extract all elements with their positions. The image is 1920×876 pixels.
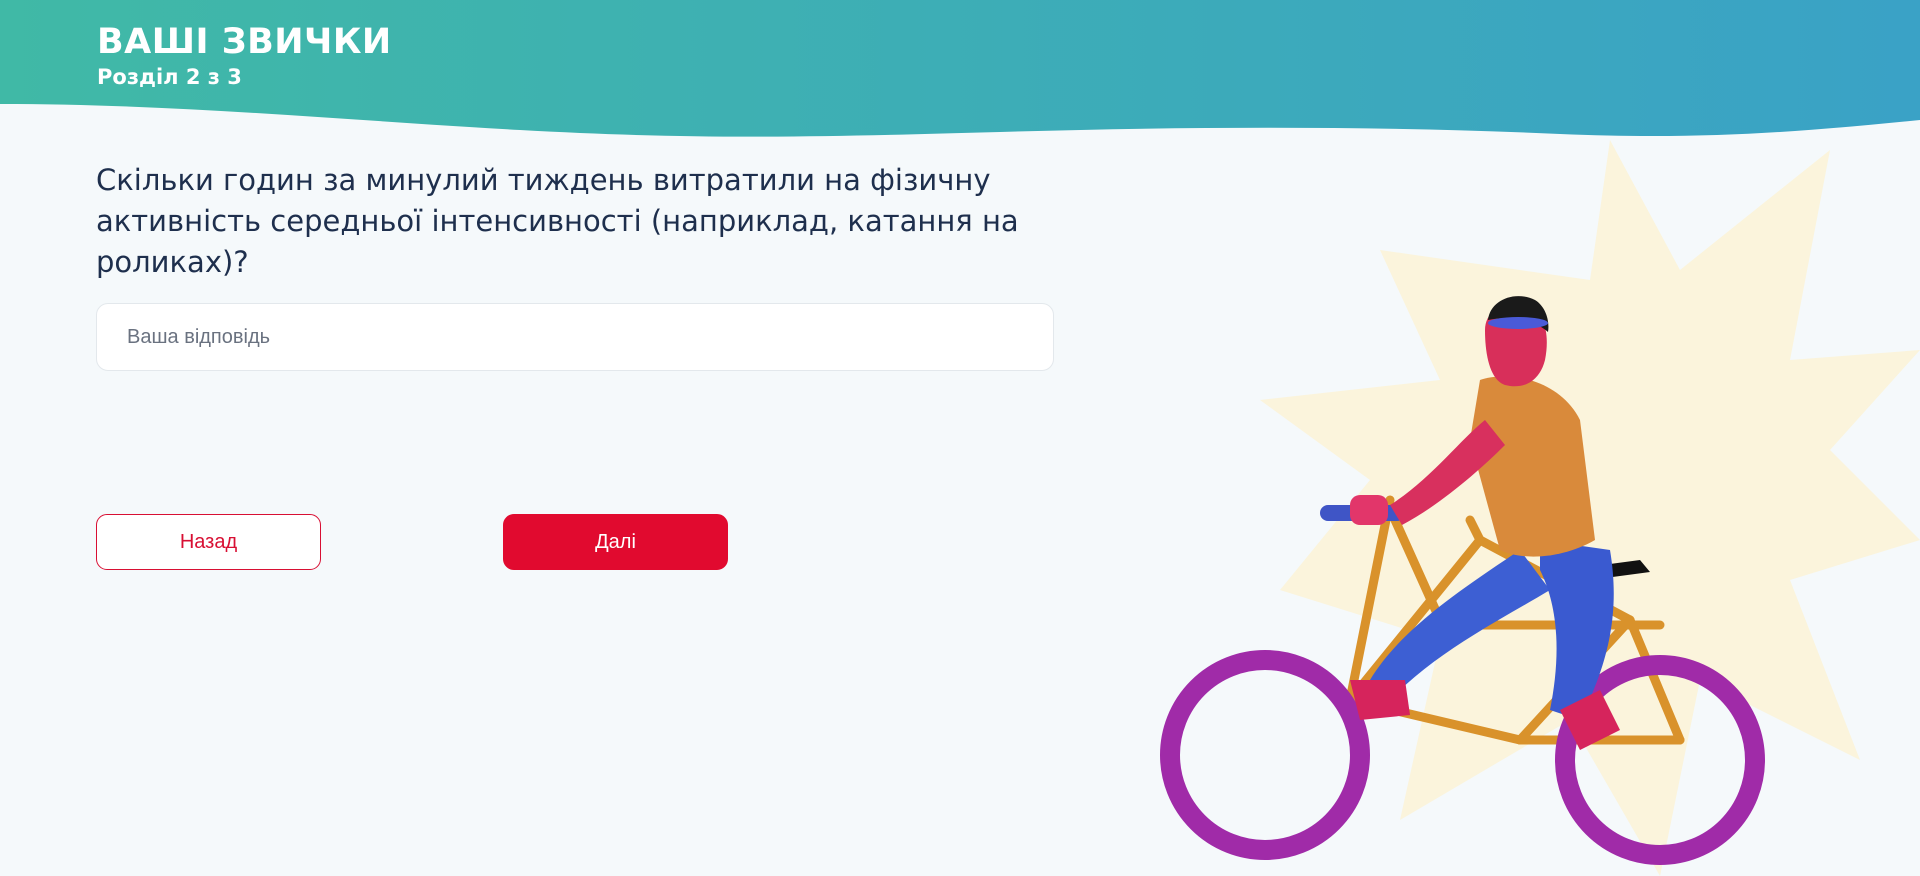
header-text-block: ВАШІ ЗВИЧКИ Розділ 2 з 3 — [97, 20, 392, 91]
cyclist-illustration — [1160, 140, 1920, 876]
next-button[interactable]: Далі — [503, 514, 728, 570]
section-progress: Розділ 2 з 3 — [97, 65, 242, 89]
question-text: Скільки годин за минулий тиждень витрати… — [96, 163, 1019, 279]
survey-page: ВАШІ ЗВИЧКИ Розділ 2 з 3 Скільки годин з… — [0, 0, 1920, 876]
back-button[interactable]: Назад — [96, 514, 321, 570]
front-wheel — [1160, 650, 1370, 860]
page-title: ВАШІ ЗВИЧКИ — [97, 22, 392, 62]
headband — [1488, 317, 1548, 329]
left-shoe — [1350, 680, 1410, 720]
answer-input[interactable] — [96, 303, 1054, 371]
